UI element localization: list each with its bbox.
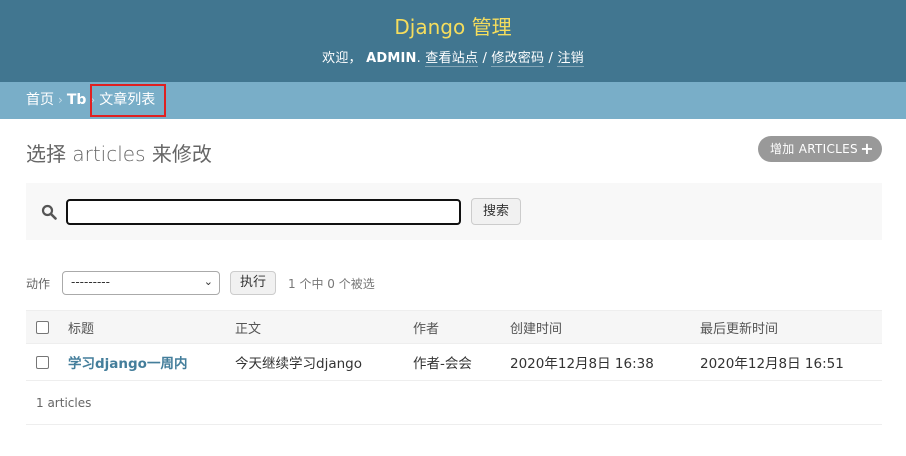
user-tools: 欢迎， ADMIN. 查看站点 / 修改密码 / 注销 (0, 47, 906, 67)
search-toolbar: 搜索 (26, 183, 882, 240)
logout-link[interactable]: 注销 (557, 51, 584, 67)
select-all-cell (26, 310, 68, 344)
change-password-link[interactable]: 修改密码 (491, 51, 545, 67)
column-header-created[interactable]: 创建时间 (510, 310, 700, 344)
action-select-value: --------- (71, 275, 110, 289)
table-row: 学习django一周内 今天继续学习django 作者-会会 2020年12月8… (26, 343, 882, 381)
username-period: . (416, 51, 421, 66)
body-cell: 今天继续学习django (235, 343, 413, 381)
highlight-box (90, 84, 166, 117)
article-title-link[interactable]: 学习django一周内 (68, 356, 187, 372)
created-cell: 2020年12月8日 16:38 (510, 343, 700, 381)
page-title: 选择 articles 来修改 (26, 142, 212, 166)
table-header-row: 标题 正文 作者 创建时间 最后更新时间 (26, 310, 882, 344)
row-checkbox[interactable] (36, 355, 49, 369)
action-select[interactable]: --------- ⌄ (62, 271, 220, 295)
actions-bar: 动作 --------- ⌄ 执行 1 个中 0 个被选 (26, 270, 626, 296)
action-label: 动作 (26, 277, 51, 291)
row-select-cell (26, 343, 68, 381)
column-header-author[interactable]: 作者 (413, 310, 510, 344)
breadcrumb-separator: › (58, 93, 63, 107)
site-name[interactable]: Django 管理 (0, 11, 906, 40)
chevron-down-icon: ⌄ (203, 275, 213, 288)
username: ADMIN (366, 51, 417, 66)
breadcrumb-app[interactable]: Tb (67, 92, 87, 108)
column-header-body[interactable]: 正文 (235, 310, 413, 344)
author-cell: 作者-会会 (413, 343, 510, 381)
select-all-checkbox[interactable] (36, 320, 49, 334)
updated-cell: 2020年12月8日 16:51 (700, 343, 882, 381)
view-site-link[interactable]: 查看站点 (425, 51, 479, 67)
add-articles-button[interactable]: 增加 ARTICLES + (758, 136, 882, 162)
welcome-text: 欢迎， (322, 51, 362, 66)
paginator: 1 articles (26, 381, 882, 425)
title-cell: 学习django一周内 (68, 343, 235, 381)
header: Django 管理 欢迎， ADMIN. 查看站点 / 修改密码 / 注销 (0, 0, 906, 82)
plus-icon: + (860, 139, 874, 158)
search-button[interactable]: 搜索 (471, 198, 521, 225)
column-header-updated[interactable]: 最后更新时间 (700, 310, 882, 344)
go-button[interactable]: 执行 (230, 271, 276, 295)
search-icon (41, 204, 57, 220)
breadcrumb-home[interactable]: 首页 (26, 92, 54, 108)
add-button-label: 增加 ARTICLES (770, 142, 858, 156)
column-header-title[interactable]: 标题 (68, 310, 235, 344)
result-table: 标题 正文 作者 创建时间 最后更新时间 学习django一周内 今天继续学习d… (26, 310, 882, 381)
search-input[interactable] (66, 199, 461, 225)
breadcrumb: 首页 › Tb › 文章列表 (0, 82, 906, 119)
action-counter: 1 个中 0 个被选 (288, 277, 375, 291)
